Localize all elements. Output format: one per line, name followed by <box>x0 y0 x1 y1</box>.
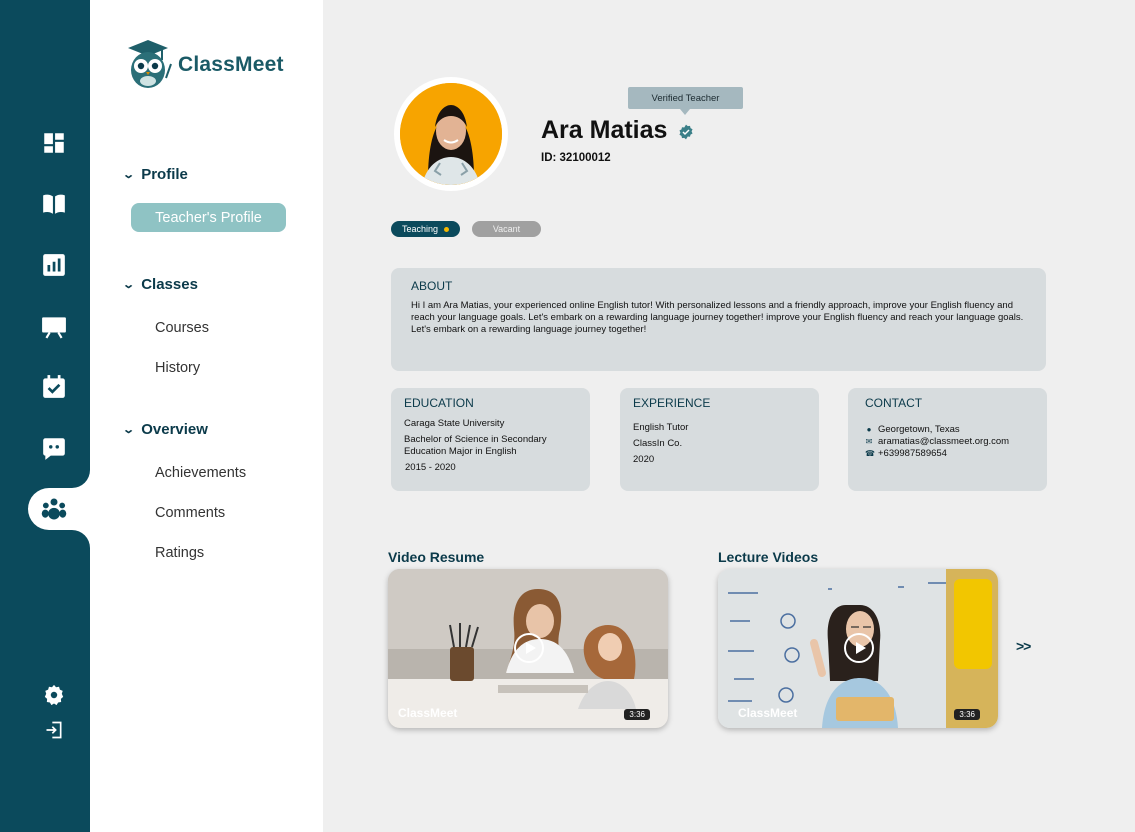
side-navigation: ClassMeet ⌄ Profile Teacher's Profile ⌄ … <box>90 0 323 832</box>
brand-name: ClassMeet <box>178 53 284 76</box>
education-years: 2015 - 2020 <box>405 462 456 473</box>
nav-section-overview[interactable]: ⌄ Overview <box>122 421 208 438</box>
nav-section-label: Overview <box>141 421 208 438</box>
experience-card: EXPERIENCE English Tutor ClassIn Co. 202… <box>620 388 819 491</box>
owl-mascot-icon <box>128 40 172 88</box>
video-watermark: ClassMeet <box>738 706 798 720</box>
sidebar-item-comments[interactable]: Comments <box>155 505 225 521</box>
dashboard-icon[interactable] <box>40 129 68 157</box>
contact-title: CONTACT <box>865 396 923 410</box>
status-badge-vacant[interactable]: Vacant <box>472 221 541 237</box>
contact-card: CONTACT ● Georgetown, Texas ✉ aramatias@… <box>848 388 1047 491</box>
status-label: Vacant <box>492 224 521 234</box>
experience-title: EXPERIENCE <box>633 396 711 410</box>
lecture-videos-title: Lecture Videos <box>718 549 819 565</box>
verified-badge-icon[interactable] <box>678 124 694 145</box>
phone-icon: ☎ <box>865 449 875 458</box>
sidebar-item-history[interactable]: History <box>155 360 200 376</box>
contact-location: Georgetown, Texas <box>878 424 960 435</box>
video-watermark: ClassMeet <box>398 706 458 720</box>
avatar <box>394 77 508 191</box>
mail-icon: ✉ <box>865 437 873 446</box>
contact-location-row: ● Georgetown, Texas <box>865 424 1030 436</box>
location-pin-icon: ● <box>866 425 872 434</box>
sidebar-item-ratings[interactable]: Ratings <box>155 545 204 561</box>
brand-logo[interactable]: ClassMeet <box>124 38 284 92</box>
about-title: ABOUT <box>411 279 453 293</box>
contact-email-row[interactable]: ✉ aramatias@classmeet.org.com <box>865 436 1030 448</box>
education-title: EDUCATION <box>404 396 474 410</box>
status-dot-icon <box>444 226 450 232</box>
presentation-icon[interactable] <box>40 312 68 340</box>
education-degree-line-2: Education Major in English <box>404 446 517 457</box>
video-resume-title: Video Resume <box>388 549 485 565</box>
next-videos-button[interactable]: >> <box>1016 638 1031 654</box>
education-degree-line-1: Bachelor of Science in Secondary <box>404 434 547 445</box>
sidebar-item-teachers-profile[interactable]: Teacher's Profile <box>131 203 286 232</box>
chevron-down-icon: ⌄ <box>122 424 136 436</box>
nav-section-label: Profile <box>141 166 188 183</box>
community-icon[interactable] <box>40 495 68 523</box>
lecture-video-thumbnail[interactable]: ClassMeet 3:36 <box>718 569 998 728</box>
play-icon[interactable] <box>844 633 874 663</box>
video-resume-thumbnail[interactable]: ClassMeet 3:36 <box>388 569 668 728</box>
about-text: Hi I am Ara Matias, your experienced onl… <box>411 300 1024 335</box>
play-icon[interactable] <box>514 633 544 663</box>
contact-phone[interactable]: +639987589654 <box>878 448 947 460</box>
calendar-check-icon[interactable] <box>40 373 68 401</box>
status-label: Teaching <box>401 224 439 234</box>
chevron-down-icon: ⌄ <box>122 279 136 291</box>
settings-icon[interactable] <box>40 681 68 709</box>
nav-section-profile[interactable]: ⌄ Profile <box>122 166 188 183</box>
experience-role: English Tutor <box>633 422 689 433</box>
chart-icon[interactable] <box>40 251 68 279</box>
status-badge-teaching[interactable]: Teaching <box>391 221 460 237</box>
teacher-id: ID: 32100012 <box>541 152 611 164</box>
icon-rail <box>0 0 90 832</box>
video-duration: 3:36 <box>624 709 650 720</box>
chevron-down-icon: ⌄ <box>122 169 136 181</box>
teacher-photo <box>400 83 502 185</box>
education-school: Caraga State University <box>404 418 505 429</box>
video-duration: 3:36 <box>954 709 980 720</box>
contact-phone-row[interactable]: ☎ +639987589654 <box>865 448 1030 460</box>
verified-teacher-tooltip: Verified Teacher <box>628 87 743 115</box>
experience-company: ClassIn Co. <box>633 438 683 449</box>
about-card: ABOUT Hi I am Ara Matias, your experienc… <box>391 268 1046 371</box>
nav-section-label: Classes <box>141 276 198 293</box>
logout-icon[interactable] <box>40 716 68 744</box>
sidebar-item-achievements[interactable]: Achievements <box>155 465 246 481</box>
nav-section-classes[interactable]: ⌄ Classes <box>122 276 198 293</box>
teacher-name: Ara Matias <box>541 116 668 144</box>
sidebar-item-courses[interactable]: Courses <box>155 320 209 336</box>
book-icon[interactable] <box>40 190 68 218</box>
chat-icon[interactable] <box>40 434 68 462</box>
experience-year: 2020 <box>633 454 655 465</box>
contact-email[interactable]: aramatias@classmeet.org.com <box>878 436 1009 448</box>
education-card: EDUCATION Caraga State University Bachel… <box>391 388 590 491</box>
